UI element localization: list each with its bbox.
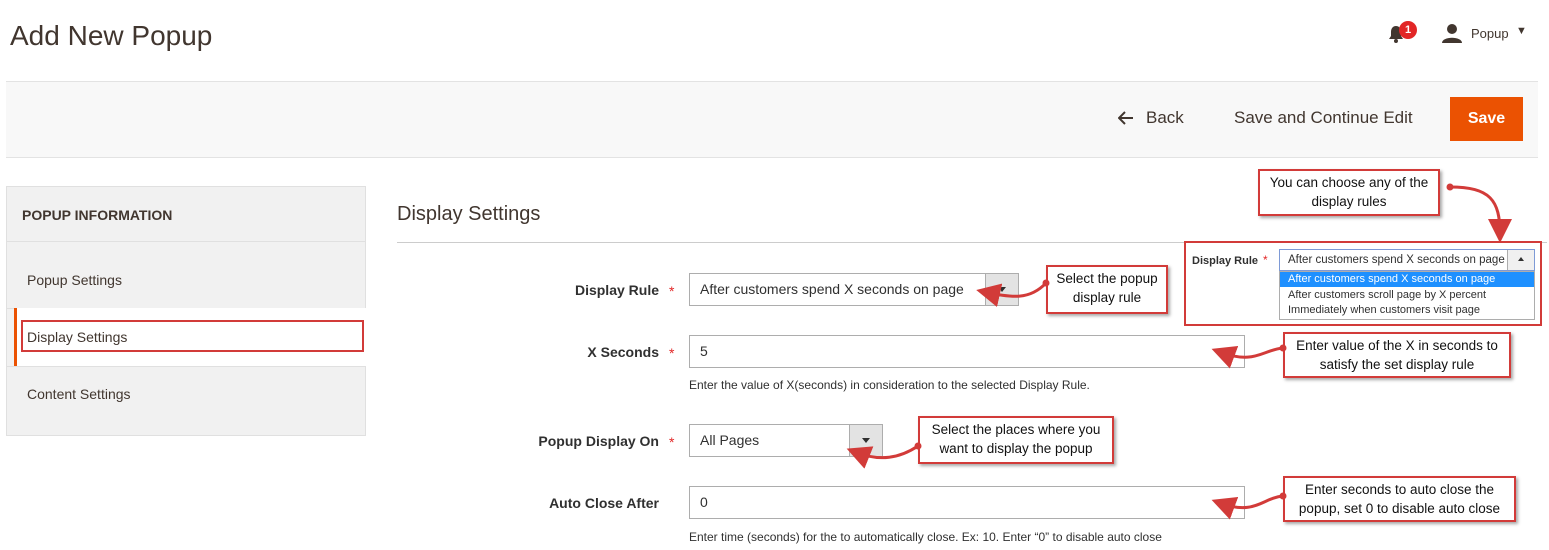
arrow-left-icon xyxy=(1118,111,1133,125)
chevron-down-icon[interactable]: ▼ xyxy=(1516,25,1527,37)
sidebar-divider xyxy=(7,366,365,367)
dropdown-preview-select[interactable]: After customers spend X seconds on page xyxy=(1279,249,1535,271)
callout-enter-seconds: Enter value of the X in seconds to satis… xyxy=(1283,332,1511,378)
sidebar-item-display-settings[interactable]: Display Settings xyxy=(27,329,127,345)
user-icon[interactable] xyxy=(1441,22,1463,44)
callout-auto-close: Enter seconds to auto close the popup, s… xyxy=(1283,476,1516,522)
sidebar-title: POPUP INFORMATION xyxy=(22,207,173,223)
arrow-icon xyxy=(1449,185,1512,243)
save-continue-button[interactable]: Save and Continue Edit xyxy=(1234,108,1413,128)
page-title: Add New Popup xyxy=(10,20,213,51)
back-button-label: Back xyxy=(1146,108,1184,127)
display-rule-select[interactable]: After customers spend X seconds on page xyxy=(689,273,1019,306)
callout-select-rule: Select the popup display rule xyxy=(1046,265,1168,314)
dropdown-preview-selected: After customers spend X seconds on page xyxy=(1288,254,1505,266)
callout-select-places: Select the places where you want to disp… xyxy=(918,416,1114,464)
chevron-up-icon[interactable] xyxy=(1507,250,1534,270)
display-rule-label: Display Rule xyxy=(574,282,659,298)
auto-close-note: Enter time (seconds) for the to automati… xyxy=(689,530,1162,544)
save-button[interactable]: Save xyxy=(1450,97,1523,141)
auto-close-input[interactable]: 0 xyxy=(689,486,1245,519)
sidebar-item-content-settings[interactable]: Content Settings xyxy=(27,386,131,402)
callout-choose-rules: You can choose any of the display rules xyxy=(1258,169,1440,216)
sidebar-divider xyxy=(7,241,365,242)
dropdown-option[interactable]: Immediately when customers visit page xyxy=(1280,303,1534,318)
required-marker: * xyxy=(669,283,675,299)
x-seconds-input[interactable]: 5 xyxy=(689,335,1245,368)
x-seconds-value: 5 xyxy=(700,343,708,359)
required-marker: * xyxy=(669,434,675,450)
dropdown-preview-label: Display Rule xyxy=(1192,255,1259,267)
popup-display-on-value: All Pages xyxy=(700,432,760,448)
auto-close-label: Auto Close After xyxy=(549,495,659,511)
x-seconds-note: Enter the value of X(seconds) in conside… xyxy=(689,378,1090,392)
required-marker: * xyxy=(1263,253,1268,267)
x-seconds-label: X Seconds xyxy=(587,344,659,360)
dropdown-option[interactable]: After customers scroll page by X percent xyxy=(1280,288,1534,303)
popup-display-on-label: Popup Display On xyxy=(538,433,659,449)
dropdown-option[interactable]: After customers spend X seconds on page xyxy=(1280,272,1534,287)
section-title: Display Settings xyxy=(397,203,541,225)
chevron-down-icon[interactable] xyxy=(985,274,1018,305)
chevron-down-icon[interactable] xyxy=(849,425,882,456)
back-button[interactable]: Back xyxy=(1118,108,1184,128)
notification-badge: 1 xyxy=(1399,21,1417,39)
auto-close-value: 0 xyxy=(700,494,708,510)
required-marker: * xyxy=(669,345,675,361)
display-rule-value: After customers spend X seconds on page xyxy=(700,281,964,297)
sidebar-item-popup-settings[interactable]: Popup Settings xyxy=(27,272,122,288)
user-name[interactable]: Popup xyxy=(1471,26,1509,41)
